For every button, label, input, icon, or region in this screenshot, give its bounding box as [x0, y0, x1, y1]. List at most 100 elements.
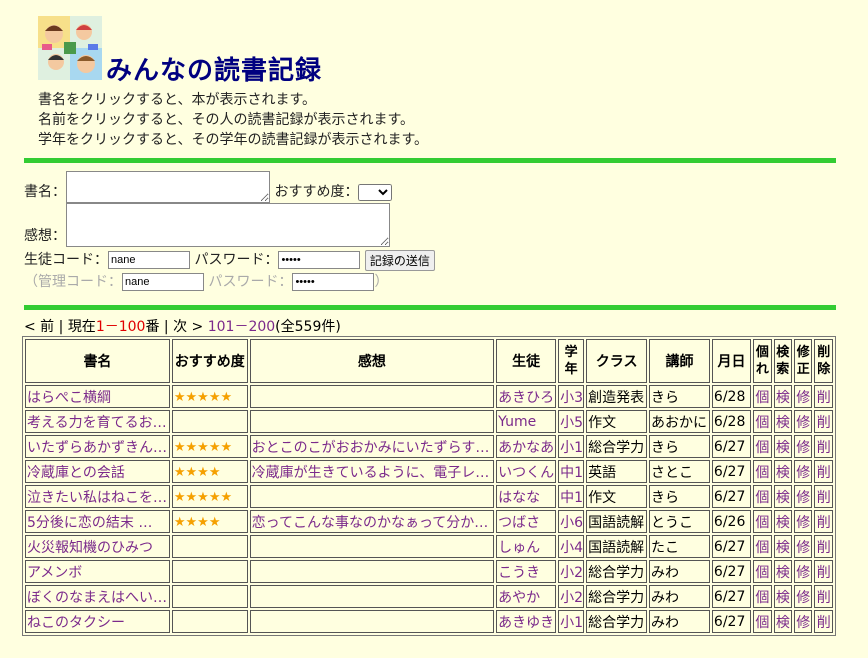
- edit-link[interactable]: 修: [796, 415, 810, 431]
- search-link[interactable]: 検: [776, 490, 790, 506]
- individual-link[interactable]: 個: [755, 590, 769, 606]
- delete-link[interactable]: 削: [817, 390, 831, 406]
- individual-link[interactable]: 個: [755, 390, 769, 406]
- edit-link[interactable]: 修: [796, 390, 810, 406]
- delete-link[interactable]: 削: [817, 565, 831, 581]
- edit-link[interactable]: 修: [796, 540, 810, 556]
- individual-cell: 個: [753, 585, 772, 608]
- search-link[interactable]: 検: [776, 590, 790, 606]
- grade-link[interactable]: 小3: [560, 390, 583, 406]
- search-link[interactable]: 検: [776, 390, 790, 406]
- student-name-link[interactable]: はなな: [498, 490, 540, 506]
- individual-link[interactable]: 個: [755, 415, 769, 431]
- impression-cell: 恋ってこんな事なのかなぁって分か…: [249, 510, 495, 533]
- edit-link[interactable]: 修: [796, 615, 810, 631]
- search-cell: 検: [773, 410, 793, 433]
- student-name-cell: いつくん: [496, 460, 557, 483]
- book-title-link[interactable]: いたずらあかずきん…: [27, 440, 167, 456]
- book-title-link[interactable]: 5分後に恋の結末 …: [27, 515, 152, 531]
- individual-link[interactable]: 個: [755, 565, 769, 581]
- student-name-link[interactable]: こうき: [498, 565, 540, 581]
- book-title-link[interactable]: アメンボ: [27, 565, 82, 581]
- delete-link[interactable]: 削: [817, 590, 831, 606]
- search-link[interactable]: 検: [776, 515, 790, 531]
- delete-link[interactable]: 削: [817, 415, 831, 431]
- edit-link[interactable]: 修: [796, 490, 810, 506]
- search-link[interactable]: 検: [776, 440, 790, 456]
- grade-link[interactable]: 中1: [560, 465, 583, 481]
- password-input[interactable]: [278, 251, 361, 269]
- student-name-link[interactable]: つばさ: [498, 515, 540, 531]
- edit-link[interactable]: 修: [796, 590, 810, 606]
- delete-link[interactable]: 削: [817, 465, 831, 481]
- search-link[interactable]: 検: [776, 465, 790, 481]
- class-cell: 総合学力: [588, 589, 645, 606]
- individual-link[interactable]: 個: [755, 615, 769, 631]
- edit-link[interactable]: 修: [796, 440, 810, 456]
- individual-link[interactable]: 個: [755, 465, 769, 481]
- search-link[interactable]: 検: [776, 565, 790, 581]
- delete-cell: 削: [814, 485, 833, 508]
- recommend-cell: [171, 535, 248, 558]
- grade-link[interactable]: 小2: [560, 565, 583, 581]
- individual-link[interactable]: 個: [755, 490, 769, 506]
- book-title-cell: ねこのタクシー: [25, 610, 170, 633]
- grade-cell: 小1: [558, 610, 585, 633]
- student-name-link[interactable]: あかなあ: [498, 440, 554, 456]
- impression-cell: おとこのこがおおかみにいたずらす…: [249, 435, 495, 458]
- book-title-link[interactable]: ねこのタクシー: [27, 615, 125, 631]
- book-title-link[interactable]: 泣きたい私はねこを…: [27, 490, 167, 506]
- submit-record-button[interactable]: 記録の送信: [364, 249, 435, 271]
- individual-cell: 個: [753, 385, 772, 408]
- search-link[interactable]: 検: [776, 540, 790, 556]
- student-code-input[interactable]: [108, 251, 190, 269]
- delete-link[interactable]: 削: [817, 540, 831, 556]
- delete-link[interactable]: 削: [817, 440, 831, 456]
- teacher-cell: きら: [651, 389, 680, 406]
- prev-link[interactable]: < 前: [24, 319, 54, 335]
- grade-link[interactable]: 小1: [560, 440, 583, 456]
- grade-link[interactable]: 小6: [560, 515, 583, 531]
- admin-password-input[interactable]: [292, 273, 375, 291]
- book-title-link[interactable]: 火災報知機のひみつ: [27, 540, 153, 556]
- edit-link[interactable]: 修: [796, 515, 810, 531]
- student-name-link[interactable]: あきひろ: [498, 390, 554, 406]
- individual-link[interactable]: 個: [755, 515, 769, 531]
- grade-link[interactable]: 小2: [560, 590, 583, 606]
- teacher-cell: きら: [651, 489, 680, 506]
- grade-link[interactable]: 中1: [560, 490, 583, 506]
- edit-cell: 修: [794, 560, 813, 583]
- book-title-link[interactable]: 考える力を育てるお…: [27, 415, 167, 431]
- recommend-select[interactable]: [358, 183, 393, 201]
- grade-link[interactable]: 小5: [560, 415, 583, 431]
- delete-link[interactable]: 削: [817, 515, 831, 531]
- grade-link[interactable]: 小4: [560, 540, 583, 556]
- recommend-cell: [171, 585, 248, 608]
- next-range-link[interactable]: 101－200: [208, 319, 275, 335]
- search-link[interactable]: 検: [776, 415, 790, 431]
- delete-link[interactable]: 削: [817, 615, 831, 631]
- search-link[interactable]: 検: [776, 615, 790, 631]
- edit-link[interactable]: 修: [796, 565, 810, 581]
- individual-link[interactable]: 個: [755, 440, 769, 456]
- student-name-link[interactable]: あきゆき: [498, 615, 554, 631]
- class-cell-cell: 国語読解: [586, 510, 648, 533]
- impression-input[interactable]: [66, 203, 390, 247]
- student-name-link[interactable]: いつくん: [498, 465, 554, 481]
- edit-link[interactable]: 修: [796, 465, 810, 481]
- book-title-link[interactable]: はらぺこ横綱: [27, 390, 111, 406]
- book-title-input[interactable]: [66, 171, 270, 203]
- individual-link[interactable]: 個: [755, 540, 769, 556]
- delete-link[interactable]: 削: [817, 490, 831, 506]
- date-cell: 6/27: [713, 588, 746, 605]
- student-name-link[interactable]: あやか: [498, 590, 540, 606]
- book-title-link[interactable]: 冷蔵庫との会話: [27, 465, 125, 481]
- book-title-link[interactable]: ぼくのなまえはへい…: [27, 590, 167, 606]
- grade-cell: 小5: [558, 410, 585, 433]
- table-row: ねこのタクシー あきゆき 小1 総合学力 みわ 6/27 個検修削: [25, 610, 833, 633]
- recommend-stars: ★★★★★: [173, 489, 233, 505]
- admin-code-input[interactable]: [122, 273, 204, 291]
- grade-link[interactable]: 小1: [560, 615, 583, 631]
- student-name-link[interactable]: Yume: [498, 414, 536, 430]
- student-name-link[interactable]: しゅん: [498, 540, 540, 556]
